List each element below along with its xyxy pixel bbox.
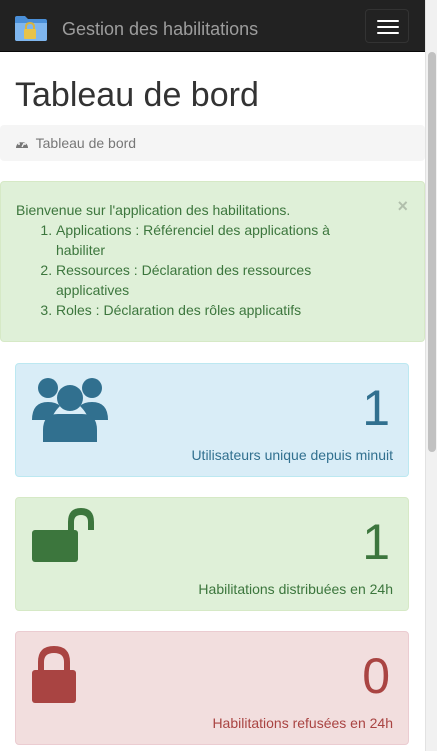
breadcrumb: Tableau de bord <box>0 125 425 161</box>
folder-lock-icon[interactable] <box>14 13 48 43</box>
alert-list-item: Ressources : Déclaration des ressources … <box>56 260 409 300</box>
stat-value: 1 <box>362 514 390 570</box>
alert-list: Applications : Référenciel des applicati… <box>16 220 409 320</box>
nav-toggle-button[interactable] <box>365 9 409 43</box>
welcome-alert: × Bienvenue sur l'application des habili… <box>0 181 425 342</box>
app-brand-title[interactable]: Gestion des habilitations <box>62 19 258 40</box>
alert-intro-text: Bienvenue sur l'application des habilita… <box>16 202 291 218</box>
alert-list-item: Applications : Référenciel des applicati… <box>56 220 409 260</box>
stat-label: Utilisateurs unique depuis minuit <box>191 447 393 463</box>
stat-value: 0 <box>362 648 390 704</box>
hamburger-menu-icon <box>377 20 399 22</box>
stat-panel-users: 1 Utilisateurs unique depuis minuit <box>15 363 409 477</box>
unlock-icon <box>32 508 94 562</box>
stat-panel-refused: 0 Habilitations refusées en 24h <box>15 631 409 745</box>
alert-close-button[interactable]: × <box>397 196 408 216</box>
users-icon <box>32 378 108 442</box>
scrollbar-thumb[interactable] <box>428 52 436 452</box>
stat-label: Habilitations distribuées en 24h <box>198 581 393 597</box>
alert-list-item: Roles : Déclaration des rôles applicatif… <box>56 300 409 320</box>
breadcrumb-item-dashboard[interactable]: Tableau de bord <box>36 135 136 151</box>
stat-label: Habilitations refusées en 24h <box>212 715 393 731</box>
vertical-scrollbar[interactable] <box>425 0 437 751</box>
top-navbar: Gestion des habilitations <box>0 0 425 52</box>
stat-value: 1 <box>362 380 390 436</box>
stat-panel-granted: 1 Habilitations distribuées en 24h <box>15 497 409 611</box>
dashboard-icon <box>16 140 28 148</box>
lock-icon <box>32 646 76 703</box>
page-title: Tableau de bord <box>15 76 259 114</box>
